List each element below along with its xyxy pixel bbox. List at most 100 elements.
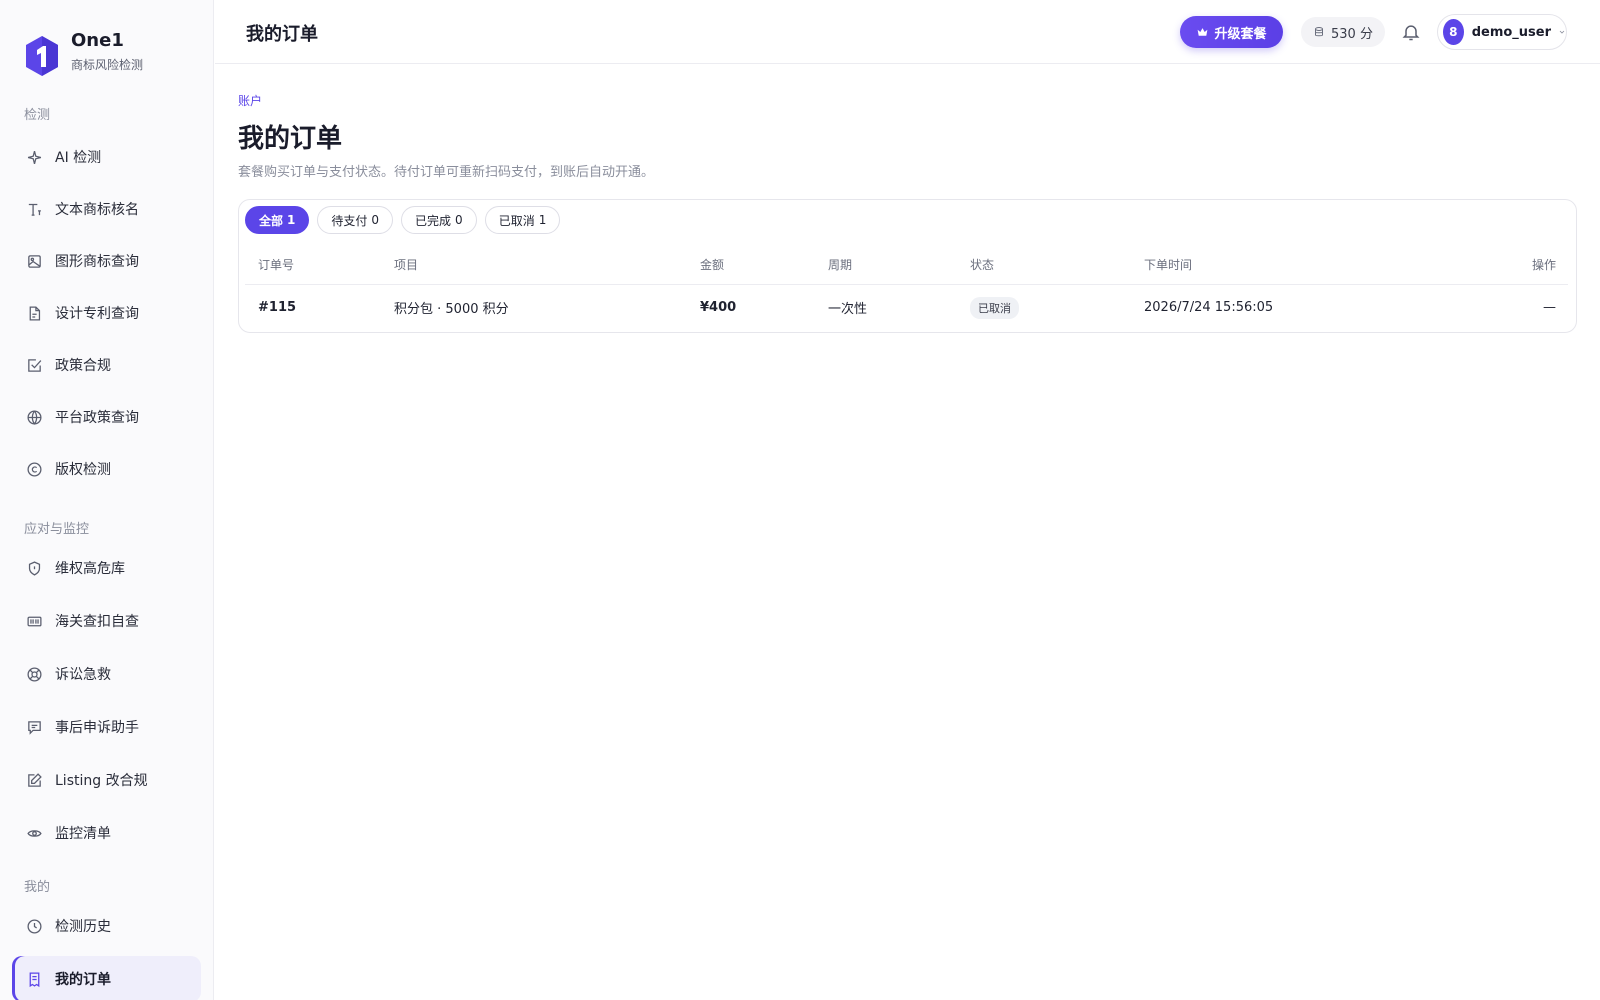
filter-completed[interactable]: 已完成 0 [401,206,477,234]
chat-icon [25,718,43,736]
filter-count: 0 [455,213,463,227]
sidebar-item-label: 海关查扣自查 [55,614,139,630]
bell-icon[interactable] [1401,22,1421,42]
sidebar-item-label: 图形商标查询 [55,254,139,270]
filter-count: 1 [287,213,296,227]
order-item: 积分包 · 5000 积分 [394,302,509,318]
user-menu[interactable]: 8 demo_user [1437,14,1567,50]
order-filters: 全部 1 待支付 0 已完成 0 已取消 1 [245,206,568,234]
sidebar-item-label: 事后申诉助手 [55,720,139,736]
brand-subtitle: 商标风险检测 [71,58,144,72]
breadcrumb[interactable]: 账户 [238,92,262,109]
filter-label: 已完成 [415,213,452,228]
eye-icon [25,824,43,842]
sidebar-item-policy-compliance[interactable]: 政策合规 [12,342,201,388]
sidebar: One1 商标风险检测 检测 AI 检测 文本商标核名 图形商标查询 设计专利查… [0,0,214,1000]
order-id: #115 [258,300,297,316]
sidebar-item-image-trademark[interactable]: 图形商标查询 [12,238,201,284]
filter-cancelled[interactable]: 已取消 1 [484,206,561,234]
filter-all[interactable]: 全部 1 [245,206,310,234]
table-row: #115 积分包 · 5000 积分 ¥400 一次性 已取消 2026/7/2… [245,284,1568,331]
text-icon [25,200,43,218]
sidebar-item-label: 设计专利查询 [55,306,139,322]
sidebar-item-label: AI 检测 [55,150,102,166]
status-badge: 已取消 [970,296,1019,319]
orders-card: 全部 1 待支付 0 已完成 0 已取消 1 订单号 项目 金额 周期 状态 下单时间 … [238,199,1577,333]
sidebar-item-label: 维权高危库 [55,561,125,577]
order-amount: ¥400 [700,300,737,316]
sidebar-item-customs[interactable]: 海关查扣自查 [12,598,201,644]
sparkle-icon [25,148,43,166]
shield-icon [25,559,43,577]
sidebar-item-label: 监控清单 [55,826,111,842]
sidebar-item-my-orders[interactable]: 我的订单 [12,956,201,1000]
column-header-amount: 金额 [687,246,815,285]
globe-icon [25,408,43,426]
copyright-icon [25,460,43,478]
document-icon [25,304,43,322]
sidebar-item-appeal-assistant[interactable]: 事后申诉助手 [12,704,201,750]
avatar: 8 [1443,19,1464,45]
column-header-item: 项目 [381,246,687,285]
sidebar-item-label: 检测历史 [55,919,111,935]
sidebar-item-label: 诉讼急救 [55,667,111,683]
orders-table: 订单号 项目 金额 周期 状态 下单时间 操作 #115 积分包 · 5000 … [245,246,1568,331]
order-status-cell: 已取消 [957,284,1131,331]
upgrade-plan-button[interactable]: 升级套餐 [1180,16,1283,48]
topbar-title: 我的订单 [246,24,318,45]
coins-icon [1315,27,1324,37]
sidebar-item-text-trademark[interactable]: 文本商标核名 [12,186,201,232]
sidebar-item-ai-detect[interactable]: AI 检测 [12,134,201,180]
crown-icon [1198,27,1208,36]
order-time: 2026/7/24 15:56:05 [1144,300,1274,316]
sidebar-item-platform-policy[interactable]: 平台政策查询 [12,394,201,440]
sidebar-item-label: 文本商标核名 [55,202,139,218]
sidebar-item-label: 政策合规 [55,358,111,374]
sidebar-item-listing-compliance[interactable]: Listing 改合规 [12,757,201,803]
image-icon [25,252,43,270]
filter-count: 1 [538,213,547,227]
user-name: demo_user [1471,24,1552,40]
points-balance[interactable]: 530 分 [1301,17,1385,47]
clock-icon [25,917,43,935]
sidebar-item-watchlist[interactable]: 监控清单 [12,810,201,856]
filter-label: 待支付 [331,213,368,228]
page-title: 我的订单 [238,124,343,154]
points-label: 530 分 [1331,26,1373,42]
sidebar-item-copyright[interactable]: 版权检测 [12,446,201,492]
table-header-row: 订单号 项目 金额 周期 状态 下单时间 操作 [245,246,1568,285]
column-header-order-id: 订单号 [245,246,381,285]
receipt-icon [25,970,43,988]
filter-label: 全部 [259,213,284,228]
topbar: 我的订单 升级套餐 530 分 8 demo_user [215,0,1600,64]
column-header-period: 周期 [815,246,957,285]
lifebuoy-icon [25,665,43,683]
scanner-icon [25,612,43,630]
nav-section-mine: 我的 [24,880,51,895]
sidebar-item-label: 平台政策查询 [55,410,139,426]
sidebar-item-design-patent[interactable]: 设计专利查询 [12,290,201,336]
edit-icon [25,771,43,789]
order-action: — [1543,300,1556,316]
column-header-actions: 操作 [1431,246,1568,285]
brand[interactable]: One1 商标风险检测 [24,30,143,78]
brand-name: One1 [71,30,124,51]
page-description: 套餐购买订单与支付状态。待付订单可重新扫码支付，到账后自动开通。 [238,165,655,180]
sidebar-item-history[interactable]: 检测历史 [12,903,201,949]
nav-section-response: 应对与监控 [24,522,90,537]
filter-label: 已取消 [498,213,535,228]
column-header-time: 下单时间 [1131,246,1431,285]
order-period: 一次性 [828,302,868,318]
sidebar-item-rights-risk[interactable]: 维权高危库 [12,545,201,591]
brand-logo-icon [26,36,58,76]
filter-count: 0 [371,213,380,227]
sidebar-item-litigation[interactable]: 诉讼急救 [12,651,201,697]
chevron-down-icon [1559,30,1565,34]
column-header-status: 状态 [957,246,1131,285]
filter-pending[interactable]: 待支付 0 [317,206,394,234]
sidebar-item-label: 我的订单 [55,972,111,988]
sidebar-item-label: 版权检测 [55,462,111,478]
upgrade-plan-label: 升级套餐 [1214,25,1267,41]
check-square-icon [25,356,43,374]
sidebar-item-label: Listing 改合规 [55,773,148,789]
